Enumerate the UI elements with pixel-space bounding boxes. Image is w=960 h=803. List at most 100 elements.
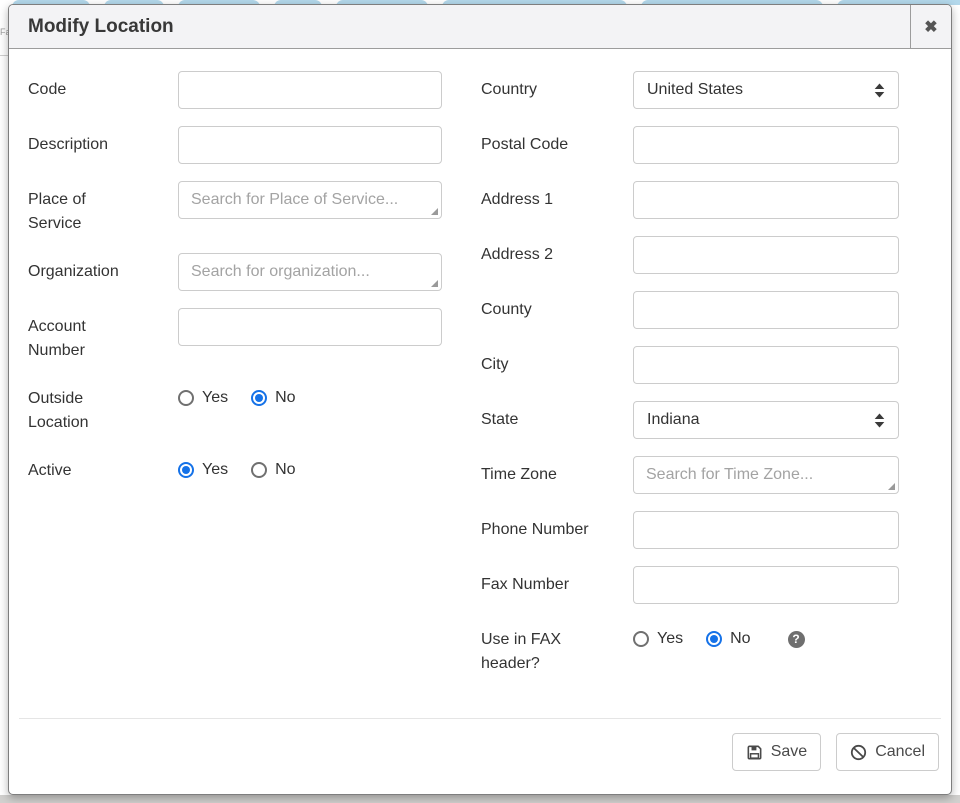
- time-zone-row: Time Zone Search for Time Zone...: [481, 456, 899, 494]
- description-input[interactable]: [178, 126, 442, 164]
- fax-number-input[interactable]: [633, 566, 899, 604]
- field-label: Country: [481, 71, 591, 109]
- field-label: Organization: [28, 253, 138, 291]
- outside-location-row: Outside Location Yes No: [28, 380, 443, 435]
- field-label: Postal Code: [481, 126, 591, 164]
- field-label: Account Number: [28, 308, 138, 363]
- code-input[interactable]: [178, 71, 442, 109]
- outside-location-radio-group: Yes No: [178, 380, 442, 407]
- organization-select[interactable]: Search for organization...: [178, 253, 442, 291]
- field-label: Address 1: [481, 181, 591, 219]
- field-label: Use in FAX header?: [481, 621, 591, 676]
- postal-code-input[interactable]: [633, 126, 899, 164]
- country-value: United States: [647, 81, 743, 99]
- modal-body: Code Description Place of Service Search…: [9, 49, 951, 718]
- radio-checked-icon: [251, 390, 267, 406]
- field-label: Fax Number: [481, 566, 591, 604]
- radio-label: No: [275, 461, 295, 479]
- address-2-row: Address 2: [481, 236, 899, 274]
- background-bottom-strip: [0, 795, 960, 803]
- active-radio-group: Yes No: [178, 452, 442, 479]
- description-row: Description: [28, 126, 443, 164]
- account-number-input[interactable]: [178, 308, 442, 346]
- save-button[interactable]: Save: [732, 733, 821, 771]
- country-select[interactable]: United States: [633, 71, 899, 109]
- modal-footer: Save Cancel: [19, 718, 941, 794]
- radio-label: No: [275, 389, 295, 407]
- place-of-service-placeholder: Search for Place of Service...: [191, 191, 398, 209]
- state-row: State Indiana: [481, 401, 899, 439]
- save-icon: [746, 744, 763, 761]
- code-row: Code: [28, 71, 443, 109]
- select-arrows-icon: [874, 83, 885, 98]
- address-1-row: Address 1: [481, 181, 899, 219]
- modal-header: Modify Location ✖: [9, 5, 951, 49]
- radio-label: No: [730, 630, 750, 648]
- field-label: Address 2: [481, 236, 591, 274]
- resize-grip-icon: [431, 208, 438, 215]
- background-text-fragment: Fa: [0, 27, 8, 37]
- cancel-button-label: Cancel: [875, 743, 925, 761]
- place-of-service-select[interactable]: Search for Place of Service...: [178, 181, 442, 219]
- field-label: Place of Service: [28, 181, 138, 236]
- phone-number-row: Phone Number: [481, 511, 899, 549]
- address-1-input[interactable]: [633, 181, 899, 219]
- radio-unchecked-icon: [178, 390, 194, 406]
- field-label: Outside Location: [28, 380, 138, 435]
- outside-location-no-radio[interactable]: No: [251, 389, 295, 407]
- time-zone-placeholder: Search for Time Zone...: [646, 466, 813, 484]
- use-in-fax-header-row: Use in FAX header? Yes No ?: [481, 621, 899, 676]
- resize-grip-icon: [888, 483, 895, 490]
- use-in-fax-header-no-radio[interactable]: No: [706, 630, 750, 648]
- field-label: Description: [28, 126, 138, 164]
- background-divider: [0, 55, 8, 56]
- field-label: Phone Number: [481, 511, 591, 549]
- modal-title: Modify Location: [9, 5, 910, 48]
- radio-checked-icon: [706, 631, 722, 647]
- form-column-right: Country United States Postal Code: [481, 71, 899, 718]
- use-in-fax-header-yes-radio[interactable]: Yes: [633, 630, 683, 648]
- resize-grip-icon: [431, 280, 438, 287]
- radio-checked-icon: [178, 462, 194, 478]
- save-button-label: Save: [771, 743, 807, 761]
- modify-location-modal: Modify Location ✖ Code Description Place…: [8, 4, 952, 795]
- county-row: County: [481, 291, 899, 329]
- help-icon[interactable]: ?: [788, 631, 805, 648]
- city-row: City: [481, 346, 899, 384]
- fax-number-row: Fax Number: [481, 566, 899, 604]
- help-glyph: ?: [792, 632, 799, 646]
- use-in-fax-header-radio-group: Yes No ?: [633, 621, 899, 648]
- select-arrows-icon: [874, 413, 885, 428]
- field-label: County: [481, 291, 591, 329]
- radio-label: Yes: [657, 630, 683, 648]
- city-input[interactable]: [633, 346, 899, 384]
- radio-label: Yes: [202, 461, 228, 479]
- radio-unchecked-icon: [251, 462, 267, 478]
- field-label: Time Zone: [481, 456, 591, 494]
- radio-label: Yes: [202, 389, 228, 407]
- active-no-radio[interactable]: No: [251, 461, 295, 479]
- organization-placeholder: Search for organization...: [191, 263, 370, 281]
- county-input[interactable]: [633, 291, 899, 329]
- address-2-input[interactable]: [633, 236, 899, 274]
- phone-number-input[interactable]: [633, 511, 899, 549]
- state-select[interactable]: Indiana: [633, 401, 899, 439]
- active-row: Active Yes No: [28, 452, 443, 483]
- field-label: State: [481, 401, 591, 439]
- cancel-button[interactable]: Cancel: [836, 733, 939, 771]
- field-label: City: [481, 346, 591, 384]
- cancel-icon: [850, 744, 867, 761]
- outside-location-yes-radio[interactable]: Yes: [178, 389, 228, 407]
- close-icon: ✖: [924, 17, 937, 37]
- country-row: Country United States: [481, 71, 899, 109]
- account-number-row: Account Number: [28, 308, 443, 363]
- organization-row: Organization Search for organization...: [28, 253, 443, 291]
- place-of-service-row: Place of Service Search for Place of Ser…: [28, 181, 443, 236]
- field-label: Code: [28, 71, 138, 109]
- close-button[interactable]: ✖: [910, 5, 951, 48]
- active-yes-radio[interactable]: Yes: [178, 461, 228, 479]
- postal-code-row: Postal Code: [481, 126, 899, 164]
- radio-unchecked-icon: [633, 631, 649, 647]
- field-label: Active: [28, 452, 138, 483]
- time-zone-select[interactable]: Search for Time Zone...: [633, 456, 899, 494]
